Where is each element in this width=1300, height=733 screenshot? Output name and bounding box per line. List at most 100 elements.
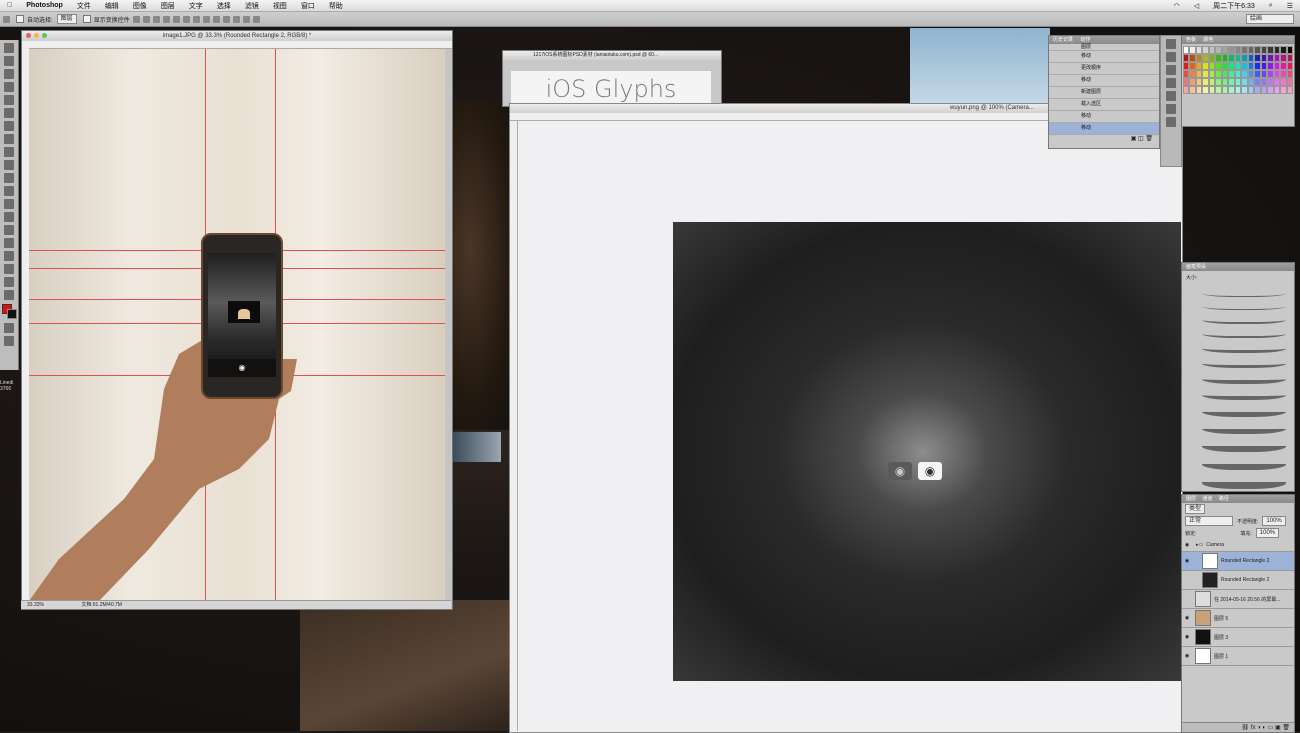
marquee-tool-icon[interactable] <box>4 56 14 66</box>
type-tool-icon[interactable] <box>4 238 14 248</box>
character-panel-icon[interactable] <box>1166 91 1176 101</box>
layer-row[interactable]: ◉ 图层 1 <box>1182 647 1294 666</box>
gradient-tool-icon[interactable] <box>4 186 14 196</box>
layer-row[interactable]: ◉ 图层 5 <box>1182 609 1294 628</box>
color-swatches[interactable] <box>0 304 18 320</box>
swatches-panel-tabs[interactable]: 色板 颜色 <box>1182 36 1294 44</box>
brush-preset[interactable] <box>1202 314 1286 324</box>
wifi-icon[interactable]: ◠ <box>1167 2 1187 10</box>
history-panel-icon[interactable] <box>1166 39 1176 49</box>
layer-row[interactable]: Rounded Rectangle 2 <box>1182 571 1294 590</box>
minimize-button[interactable] <box>34 33 39 38</box>
lasso-tool-icon[interactable] <box>4 69 14 79</box>
brush-preset[interactable] <box>1202 342 1286 353</box>
tab-history[interactable]: 历史记录 <box>1053 37 1073 43</box>
paragraph-panel-icon[interactable] <box>1166 78 1176 88</box>
auto-select-checkbox[interactable] <box>16 15 24 23</box>
brush-presets-title[interactable]: 画笔预设 <box>1182 263 1294 271</box>
layers-panel-tabs[interactable]: 图层 通道 路径 <box>1182 495 1294 503</box>
screen-mode-icon[interactable] <box>4 336 14 346</box>
adjustments-panel-icon[interactable] <box>1166 65 1176 75</box>
tab-color[interactable]: 颜色 <box>1203 37 1213 43</box>
clock[interactable]: 周二下午6:33 <box>1206 1 1262 11</box>
history-panel-tabs[interactable]: 历史记录 动作 <box>1049 36 1159 44</box>
history-item[interactable]: 载入选区 <box>1049 99 1159 111</box>
menu-select[interactable]: 选择 <box>210 1 238 11</box>
distribute-bottom-icon[interactable] <box>212 15 220 23</box>
volume-icon[interactable]: ◁ <box>1187 2 1206 10</box>
history-item[interactable]: 新建图层 <box>1049 87 1159 99</box>
menu-view[interactable]: 视图 <box>266 1 294 11</box>
history-item[interactable]: 移动 <box>1049 51 1159 63</box>
document-size[interactable]: 文档:91.2M/40.7M <box>51 602 122 608</box>
layer-filter-dropdown[interactable]: 类型 <box>1185 504 1206 514</box>
menu-edit[interactable]: 编辑 <box>98 1 126 11</box>
brush-preset[interactable] <box>1202 421 1286 434</box>
eyedropper-tool-icon[interactable] <box>4 108 14 118</box>
align-right-icon[interactable] <box>182 15 190 23</box>
zoom-level[interactable]: 33.33% <box>21 602 50 608</box>
distribute-hcenter-icon[interactable] <box>232 15 240 23</box>
ios-glyphs-banner[interactable]: iOS Glyphs <box>511 71 711 105</box>
brush-preset[interactable] <box>1202 404 1286 417</box>
opacity-field[interactable]: 100% <box>1262 516 1286 526</box>
eraser-tool-icon[interactable] <box>4 173 14 183</box>
menu-type[interactable]: 文字 <box>182 1 210 11</box>
close-button[interactable] <box>26 33 31 38</box>
document-title-bar[interactable]: image1.JPG @ 33.3% (Rounded Rectangle 2,… <box>22 31 452 41</box>
show-transform-checkbox[interactable] <box>82 15 91 23</box>
history-item[interactable]: 图层 <box>1049 44 1159 51</box>
tab-paths[interactable]: 路径 <box>1219 496 1229 502</box>
blur-tool-icon[interactable] <box>4 199 14 209</box>
menu-file[interactable]: 文件 <box>70 1 98 11</box>
healing-tool-icon[interactable] <box>4 121 14 131</box>
swatch[interactable] <box>1286 70 1293 78</box>
swatch[interactable] <box>1286 86 1293 94</box>
distribute-left-icon[interactable] <box>222 15 230 23</box>
eye-icon[interactable]: ◉ <box>1182 634 1192 640</box>
vertical-ruler[interactable] <box>510 121 518 731</box>
dodge-tool-icon[interactable] <box>4 212 14 222</box>
align-vcenter-icon[interactable] <box>142 15 150 23</box>
history-item[interactable]: 移动 <box>1049 111 1159 123</box>
brush-preset[interactable] <box>1202 288 1286 297</box>
brush-preset[interactable] <box>1202 438 1286 452</box>
distribute-vcenter-icon[interactable] <box>202 15 210 23</box>
app-menu[interactable]: Photoshop <box>19 2 70 9</box>
cloud-photo-canvas[interactable]: ◉ ◉ <box>673 222 1181 681</box>
hand-tool-icon[interactable] <box>4 277 14 287</box>
layer-row-group[interactable]: ◉ ▸▭ Camera <box>1182 539 1294 552</box>
zoom-button[interactable] <box>42 33 47 38</box>
horizontal-ruler[interactable] <box>22 41 452 49</box>
blend-mode-dropdown[interactable]: 正常 <box>1185 516 1233 526</box>
align-top-icon[interactable] <box>132 15 140 23</box>
tab-layers[interactable]: 图层 <box>1186 496 1196 502</box>
background-sky-document[interactable] <box>910 28 1050 103</box>
layer-row[interactable]: ◉ 图层 3 <box>1182 628 1294 647</box>
shape-tool-icon[interactable] <box>4 264 14 274</box>
desktop-file-label[interactable]: 3766 <box>0 386 20 392</box>
quick-select-tool-icon[interactable] <box>4 82 14 92</box>
align-bottom-icon[interactable] <box>152 15 160 23</box>
eye-icon[interactable]: ◉ <box>1182 615 1192 621</box>
fill-field[interactable]: 100% <box>1255 528 1280 538</box>
menu-image[interactable]: 图像 <box>126 1 154 11</box>
menu-help[interactable]: 帮助 <box>322 1 350 11</box>
move-tool-icon[interactable] <box>4 43 14 53</box>
menu-layer[interactable]: 图层 <box>154 1 182 11</box>
history-item[interactable]: 更改顺序 <box>1049 63 1159 75</box>
brush-preset[interactable] <box>1202 474 1286 489</box>
stamp-tool-icon[interactable] <box>4 147 14 157</box>
apple-icon[interactable]:  <box>0 2 19 9</box>
swatch[interactable] <box>1286 78 1293 86</box>
path-select-tool-icon[interactable] <box>4 251 14 261</box>
menu-filter[interactable]: 滤镜 <box>238 1 266 11</box>
eye-icon[interactable]: ◉ <box>1182 558 1192 564</box>
swatch[interactable] <box>1286 46 1293 54</box>
eye-icon[interactable]: ◉ <box>1182 653 1192 659</box>
distribute-top-icon[interactable] <box>192 15 200 23</box>
history-footer-icons[interactable]: ▣ ◫ 🗑 <box>1049 135 1159 145</box>
brush-tool-icon[interactable] <box>4 134 14 144</box>
brush-preset[interactable] <box>1202 357 1286 368</box>
auto-select-dropdown[interactable]: 图层 <box>56 14 77 24</box>
